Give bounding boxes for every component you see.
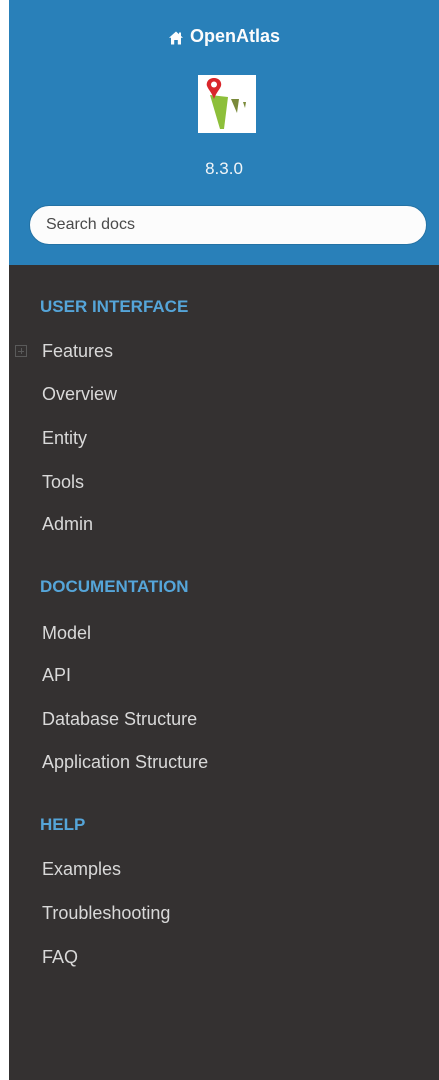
project-name: OpenAtlas [189,26,281,46]
docs-sidebar: OpenAtlas 8.3.0 USER INTERFACE Features … [9,0,439,1080]
nav-item-overview[interactable]: Overview [42,382,117,406]
nav-item-examples[interactable]: Examples [42,857,121,881]
nav-item-tools[interactable]: Tools [42,470,84,494]
sidebar-header: OpenAtlas 8.3.0 [9,0,439,265]
project-home-link[interactable]: OpenAtlas [9,24,439,48]
nav-item-model[interactable]: Model [42,621,91,645]
section-caption-user-interface: USER INTERFACE [40,297,189,316]
section-caption-documentation: DOCUMENTATION [40,577,189,596]
home-icon [168,28,184,45]
expand-plus-icon[interactable] [15,345,27,357]
nav-item-application-structure[interactable]: Application Structure [42,750,208,774]
nav-item-entity[interactable]: Entity [42,426,87,450]
search-input[interactable] [29,205,427,245]
section-caption-help: HELP [40,815,86,834]
search-form [29,205,427,245]
version-label: 8.3.0 [205,159,243,178]
openatlas-logo[interactable] [198,75,256,133]
nav-item-troubleshooting[interactable]: Troubleshooting [42,901,170,925]
nav-item-admin[interactable]: Admin [42,512,93,536]
nav-item-faq[interactable]: FAQ [42,945,78,969]
nav-item-api[interactable]: API [42,663,71,687]
nav-item-features[interactable]: Features [42,339,113,363]
nav-item-database-structure[interactable]: Database Structure [42,707,197,731]
